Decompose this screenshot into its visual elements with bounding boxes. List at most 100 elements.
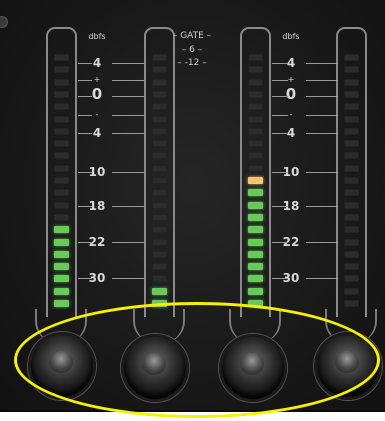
meter-segment (54, 250, 69, 258)
meter-segment (54, 90, 69, 98)
meter-segment (152, 103, 167, 111)
scale-tick (272, 133, 288, 134)
meter-segment (54, 127, 69, 135)
scale-tick (78, 172, 92, 173)
meter-segment (248, 127, 263, 135)
scale-tick (78, 242, 92, 243)
scale-tick (272, 96, 288, 97)
scale-tick (78, 96, 92, 97)
scale-tick (112, 115, 144, 116)
channel-knob-1[interactable] (28, 332, 96, 400)
meter-segment (344, 226, 359, 234)
scale-tick (78, 206, 92, 207)
scale-tick (112, 172, 144, 173)
meter-segment (344, 54, 359, 61)
meter-segment (54, 275, 69, 283)
scale-tick (272, 115, 288, 116)
channel-knob-4[interactable] (314, 332, 382, 400)
scale-tick (78, 80, 92, 81)
meter-segment (344, 127, 359, 135)
meter-segment (54, 287, 69, 295)
meter-segment (344, 238, 359, 246)
scale-tick (272, 80, 288, 81)
meter-segment (248, 213, 263, 221)
meter-segment (152, 164, 167, 172)
right-scale-unit: dbfs (282, 32, 300, 41)
scale-tick (306, 172, 338, 173)
meter-segment (54, 140, 69, 148)
meter-segment (152, 287, 167, 295)
meter-segment (152, 140, 167, 148)
meter-segment (152, 127, 167, 135)
meter-segment (152, 275, 167, 283)
gate-value-minus12-text: -12 (184, 58, 200, 68)
meter-segment (152, 238, 167, 246)
hardware-panel-screenshot: dbfs 4 + 0 - 4 10 18 22 30 dbfs 4 + 0 - … (0, 0, 385, 421)
meter-segment (152, 115, 167, 123)
meter-segment (344, 152, 359, 160)
scale-tick (78, 63, 92, 64)
scale-tick (78, 133, 92, 134)
meter-segment (344, 201, 359, 209)
meter-segment (344, 177, 359, 184)
scale-tick (112, 206, 144, 207)
meter-segment (344, 275, 359, 283)
meter-segment (344, 78, 359, 86)
meter-segment (152, 90, 167, 98)
meter-segment (54, 103, 69, 111)
gate-value-6-text: 6 (189, 45, 195, 55)
meter-segment (54, 54, 69, 61)
meter-segment (54, 238, 69, 246)
meter-segment (152, 78, 167, 86)
channel-knob-2[interactable] (121, 334, 189, 402)
gate-title-text: GATE (180, 31, 204, 41)
scale-tick (272, 206, 288, 207)
meter-segment (248, 90, 263, 98)
knob-cap-2 (142, 353, 166, 375)
meter-segment (248, 250, 263, 258)
left-scale-unit: dbfs (88, 32, 106, 41)
meter-segment (248, 78, 263, 86)
meter-panel: dbfs 4 + 0 - 4 10 18 22 30 dbfs 4 + 0 - … (0, 0, 385, 412)
scale-tick (272, 242, 288, 243)
meter-segment (54, 164, 69, 172)
meter-segment (54, 152, 69, 160)
meter-segment (248, 140, 263, 148)
meter-segment (344, 90, 359, 98)
scale-tick (306, 242, 338, 243)
scale-tick (112, 242, 144, 243)
meter-segment (344, 300, 359, 307)
meter-segment (248, 115, 263, 123)
meter-segment (54, 226, 69, 234)
knob-cap-1 (49, 351, 73, 373)
meter-segment (344, 164, 359, 172)
meter-segment (248, 152, 263, 160)
scale-tick (112, 63, 144, 64)
meter-segment (152, 263, 167, 271)
scale-tick (306, 133, 338, 134)
meter-segment (54, 115, 69, 123)
meter-segment (54, 189, 69, 197)
scale-tick (306, 63, 338, 64)
meter-segment (152, 152, 167, 160)
meter-segment (54, 201, 69, 209)
panel-screw (0, 16, 8, 28)
channel-knob-3[interactable] (219, 334, 287, 402)
meter-segment (152, 300, 167, 307)
meter-segment (248, 275, 263, 283)
gate-value-6: – 6 – (181, 45, 203, 55)
meter-segment (248, 287, 263, 295)
meter-segment (344, 103, 359, 111)
scale-tick (272, 172, 288, 173)
meter-segment (248, 103, 263, 111)
scale-tick (112, 80, 144, 81)
meter-segment (248, 201, 263, 209)
meter-segment (248, 189, 263, 197)
gate-title: – GATE – (172, 31, 212, 41)
meter-segment (248, 226, 263, 234)
meter-segment (248, 300, 263, 307)
meter-segment (248, 54, 263, 61)
meter-segment (248, 177, 263, 184)
left-scale-mark-0: 0 (91, 85, 103, 103)
panel-bottom-edge (0, 410, 385, 412)
